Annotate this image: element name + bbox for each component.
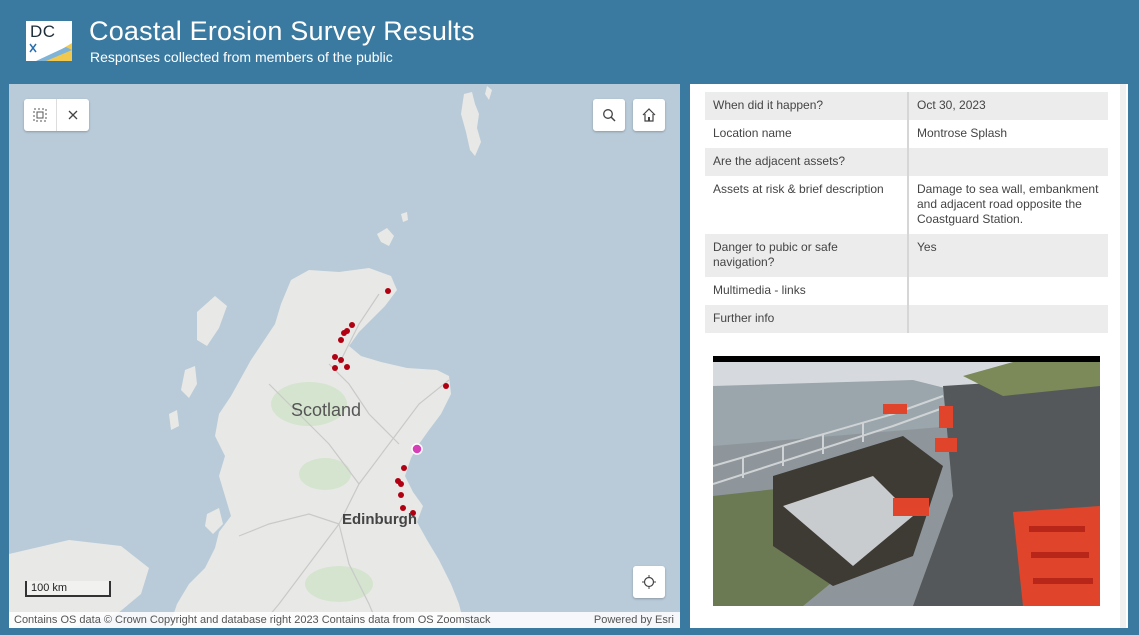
attribute-key: Further info <box>705 305 909 333</box>
attribute-key: Multimedia - links <box>705 277 909 305</box>
search-icon <box>603 109 616 122</box>
attribute-key: Danger to pubic or safe navigation? <box>705 234 909 277</box>
map-label-edinburgh: Edinburgh <box>342 511 417 528</box>
app-title: Coastal Erosion Survey Results <box>89 16 475 46</box>
attribute-row: Location name Montrose Splash <box>705 120 1108 148</box>
attribute-row: Further info <box>705 305 1108 333</box>
attribute-value <box>908 148 1108 176</box>
dc-logo: DC <box>26 21 72 61</box>
attribute-table: When did it happen? Oct 30, 2023 Locatio… <box>705 92 1108 333</box>
selection-toolbar <box>24 99 89 131</box>
locate-button[interactable] <box>633 566 665 598</box>
attribute-key: When did it happen? <box>705 92 909 120</box>
app-header: DC Coastal Erosion Survey Results Respon… <box>0 0 1139 82</box>
map-attribution: Contains OS data © Crown Copyright and d… <box>9 612 680 628</box>
attribute-row: Are the adjacent assets? <box>705 148 1108 176</box>
photo-illustration <box>713 362 1100 606</box>
powered-by-esri[interactable]: Powered by Esri <box>594 612 674 628</box>
panel-scrollbar[interactable] <box>1120 84 1126 628</box>
close-icon <box>68 110 78 120</box>
attribute-value <box>908 305 1108 333</box>
selected-point[interactable] <box>411 443 423 455</box>
attribute-key: Assets at risk & brief description <box>705 176 909 234</box>
attribute-row: Danger to pubic or safe navigation? Yes <box>705 234 1108 277</box>
locate-icon <box>642 575 656 589</box>
search-button[interactable] <box>593 99 625 131</box>
attribute-row: Multimedia - links <box>705 277 1108 305</box>
attribute-value: Oct 30, 2023 <box>908 92 1108 120</box>
basemap <box>9 86 492 628</box>
logo-graphic <box>29 43 72 61</box>
attribute-value: Damage to sea wall, embankment and adjac… <box>917 182 1099 226</box>
select-button[interactable] <box>24 99 56 131</box>
clear-selection-button[interactable] <box>56 99 89 131</box>
attribute-row: Assets at risk & brief description Damag… <box>705 176 1108 234</box>
attribute-value: Yes <box>908 234 1108 277</box>
attribute-row: When did it happen? Oct 30, 2023 <box>705 92 1108 120</box>
feature-details-panel: When did it happen? Oct 30, 2023 Locatio… <box>690 84 1128 628</box>
attribute-key: Are the adjacent assets? <box>705 148 909 176</box>
attribute-key: Location name <box>705 120 909 148</box>
attribute-value: Montrose Splash <box>917 126 1008 140</box>
home-button[interactable] <box>633 99 665 131</box>
attribute-value <box>908 277 1108 305</box>
home-icon <box>642 108 656 122</box>
attribution-text: Contains OS data © Crown Copyright and d… <box>14 614 491 626</box>
scale-bar: 100 km <box>25 581 111 597</box>
damage-photo[interactable] <box>713 356 1100 606</box>
select-icon <box>33 108 47 122</box>
map-view[interactable]: Scotland Edinburgh 100 km Contains OS da… <box>9 84 680 628</box>
map-label-scotland: Scotland <box>291 400 362 420</box>
app-subtitle: Responses collected from members of the … <box>90 49 393 65</box>
